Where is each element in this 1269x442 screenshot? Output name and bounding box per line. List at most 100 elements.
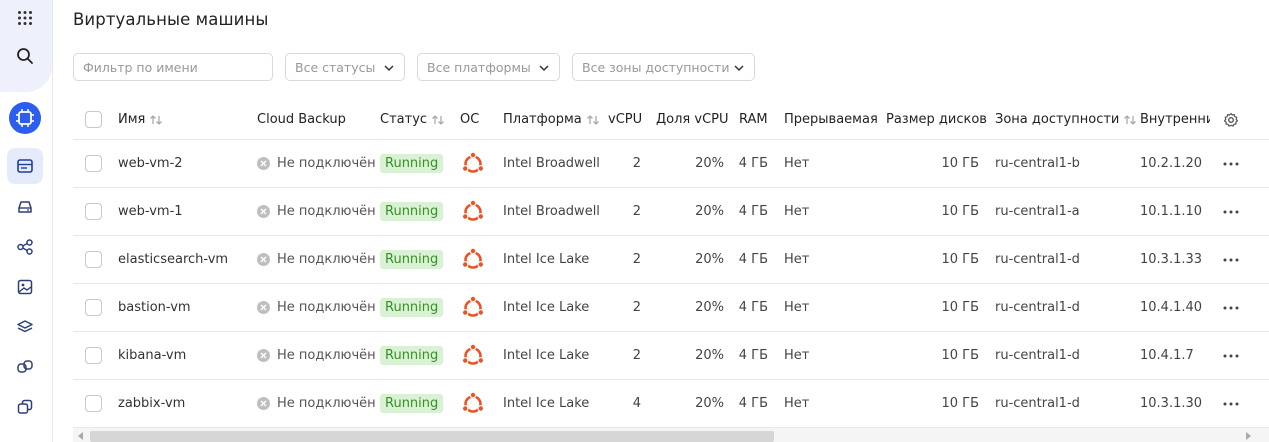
more-horizontal-icon [1223,258,1239,261]
column-header-label: Имя [118,112,146,127]
page-title: Виртуальные машины [73,10,269,29]
internal-ip-value: 10.3.1.33 [1140,236,1202,283]
row-checkbox[interactable] [85,155,102,172]
row-checkbox[interactable] [85,347,102,364]
preemptible-value-text: Нет [784,252,810,267]
backup-status-text: Не подключён [277,204,376,219]
copy-icon[interactable] [7,389,43,425]
table-header-row: Имя Cloud Backup Статус ОС Платформа vCP… [73,100,1269,140]
column-header-platform[interactable]: Платформа [503,100,600,139]
disk-size-value: 10 ГБ [886,140,979,187]
preemptible-value: Нет [784,140,809,187]
column-header-status[interactable]: Статус [380,100,445,139]
apps-grid-icon[interactable] [7,0,43,36]
vm-list-icon[interactable] [7,148,43,184]
column-header-name[interactable]: Имя [118,100,163,139]
zone-value-text: ru-central1-d [995,300,1080,315]
ubuntu-icon [461,247,485,269]
zone-filter-value: Все зоны доступности [582,59,730,75]
ram-value: 4 ГБ [733,332,768,379]
platform-value: Intel Broadwell [503,140,600,187]
scroll-right-icon[interactable] [1245,432,1251,440]
row-checkbox[interactable] [85,299,102,316]
zone-value-text: ru-central1-d [995,396,1080,411]
preemptible-value: Нет [784,236,809,283]
internal-ip-value-text: 10.1.1.10 [1140,204,1203,219]
row-actions-button[interactable] [1223,236,1239,283]
ram-value: 4 ГБ [733,236,768,283]
vm-name-text: web-vm-1 [118,204,183,219]
preemptible-value-text: Нет [784,300,810,315]
platform-value: Intel Ice Lake [503,236,589,283]
internal-ip-value-text: 10.3.1.30 [1140,396,1203,411]
vcpu-share-value: 20% [656,380,724,427]
row-checkbox[interactable] [85,203,102,220]
scrollbar-thumb[interactable] [90,431,774,442]
row-checkbox[interactable] [85,395,102,412]
instance-groups-icon[interactable] [7,349,43,385]
scroll-left-icon[interactable] [78,432,84,440]
preemptible-value: Нет [784,380,809,427]
table-row[interactable]: elasticsearch-vm Не подключён Running Intel… [73,236,1269,284]
column-header-zone[interactable]: Зона доступности [995,100,1137,139]
disks-icon[interactable] [7,189,43,225]
zone-filter-select[interactable]: Все зоны доступности [572,53,755,81]
column-header-ram: RAM [739,100,768,139]
sort-icon[interactable] [586,114,600,126]
ram-value-text: 4 ГБ [738,204,768,219]
vm-name: elasticsearch-vm [118,236,228,283]
row-actions-button[interactable] [1223,380,1239,427]
sort-icon[interactable] [149,114,163,126]
row-actions-button[interactable] [1223,188,1239,235]
preemptible-value-text: Нет [784,396,810,411]
status-cell: Running [380,332,444,379]
horizontal-scrollbar[interactable] [73,428,1269,442]
status-badge: Running [380,202,444,221]
table-row[interactable]: kibana-vm Не подключён Running Intel Ice La… [73,332,1269,380]
row-checkbox-cell [85,236,102,283]
column-header-label: Cloud Backup [257,112,346,127]
vcpu-share-value-text: 20% [695,204,724,219]
compute-service-icon[interactable] [7,100,43,136]
images-icon[interactable] [7,269,43,305]
search-icon[interactable] [7,38,43,74]
column-header-label: Прерываемая [784,112,878,127]
column-header-label: Статус [380,112,428,127]
row-actions-button[interactable] [1223,332,1239,379]
row-actions-button[interactable] [1223,284,1239,331]
column-header-label: Зона доступности [995,112,1120,127]
snapshots-icon[interactable] [7,309,43,345]
table-row[interactable]: bastion-vm Не подключён Running Intel Ice L… [73,284,1269,332]
column-header-internal-ip: Внутренни [1140,100,1210,139]
table-row[interactable]: zabbix-vm Не подключён Running Intel Ice La… [73,380,1269,428]
platform-value-text: Intel Ice Lake [503,300,590,315]
column-settings-button[interactable] [1223,100,1239,139]
name-filter-input[interactable]: Фильтр по имени [73,53,273,81]
internal-ip-value: 10.3.1.30 [1140,380,1202,427]
placement-groups-icon[interactable] [7,229,43,265]
sort-icon[interactable] [1123,114,1137,126]
disk-size-value: 10 ГБ [886,380,979,427]
backup-status-text: Не подключён [277,252,376,267]
backup-status: Не подключён [257,380,376,427]
ram-value-text: 4 ГБ [738,156,768,171]
backup-status: Не подключён [257,140,376,187]
os-cell [461,188,485,235]
disk-size-value-text: 10 ГБ [941,300,979,315]
ubuntu-icon [461,199,485,221]
row-checkbox[interactable] [85,251,102,268]
select-all-checkbox[interactable] [85,111,102,128]
vcpu-value-text: 2 [632,252,641,267]
sort-icon[interactable] [431,114,445,126]
status-cell: Running [380,140,444,187]
table-row[interactable]: web-vm-1 Не подключён Running Intel Broadwe… [73,188,1269,236]
status-filter-select[interactable]: Все статусы [285,53,405,81]
row-actions-button[interactable] [1223,140,1239,187]
vcpu-value: 2 [593,332,641,379]
table-row[interactable]: web-vm-2 Не подключён Running Intel Broadwe… [73,140,1269,188]
platform-value: Intel Broadwell [503,188,600,235]
more-horizontal-icon [1223,210,1239,213]
column-header-backup: Cloud Backup [257,100,346,139]
platform-filter-select[interactable]: Все платформы [417,53,560,81]
vcpu-value-text: 2 [632,348,641,363]
